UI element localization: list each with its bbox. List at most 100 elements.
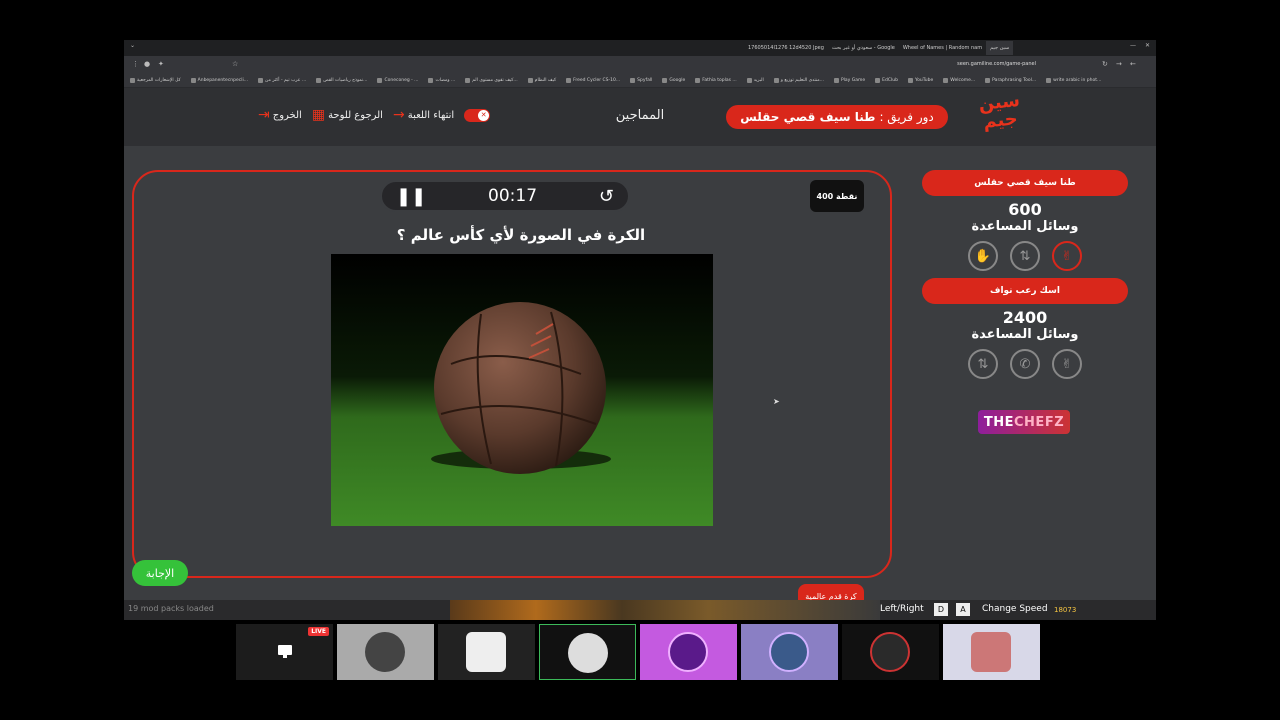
restart-timer-icon[interactable]: ↺	[599, 186, 614, 207]
bookmark-favicon-icon	[695, 78, 701, 83]
bookmark-label: ومضات ...	[435, 78, 456, 83]
tab-search-icon[interactable]: ⌄	[130, 42, 135, 49]
minimize-icon[interactable]: —	[1130, 42, 1136, 49]
back-icon[interactable]: ←	[1130, 60, 1136, 68]
end-game-button[interactable]: → انتهاء اللعبة	[393, 108, 454, 122]
participant-tile[interactable]	[438, 624, 535, 680]
bookmark-item[interactable]: EdClub	[875, 78, 898, 83]
participant-tile[interactable]	[640, 624, 737, 680]
tab-image[interactable]: 17605014l1276 12d4520 Jpeg	[744, 41, 828, 55]
participant-tile[interactable]	[337, 624, 434, 680]
bookmark-favicon-icon	[190, 78, 196, 83]
bookmark-label: Coneconeg - ...	[384, 78, 419, 83]
swap-icon[interactable]: ⇅	[1010, 241, 1040, 271]
bookmark-favicon-icon	[465, 78, 471, 83]
avatar	[365, 632, 405, 672]
bookmark-item[interactable]: Fathia toplas ...	[695, 78, 737, 83]
swap-icon[interactable]: ⇅	[968, 349, 998, 379]
bookmark-favicon-icon	[527, 78, 533, 83]
phone-icon[interactable]: ✆	[1010, 349, 1040, 379]
participant-tile-screenshare[interactable]: LIVE	[236, 624, 333, 680]
two-fingers-icon[interactable]: ✌	[1052, 241, 1082, 271]
avatar	[971, 632, 1011, 672]
team-aids-label: وسائل المساعدة	[971, 327, 1079, 342]
tab-game[interactable]: سين جيم	[986, 41, 1014, 55]
bookmark-label: منتدى التعليم توزيع و...	[780, 78, 824, 83]
back-to-board-label: الرجوع للوحة	[328, 109, 383, 121]
extensions-icon[interactable]: ✦	[158, 60, 164, 68]
forward-icon[interactable]: →	[1116, 60, 1122, 68]
participant-tile[interactable]	[842, 624, 939, 680]
bookmark-item[interactable]: عرب تيم - أكثر من ...	[258, 78, 306, 83]
pause-icon[interactable]: ❚❚	[396, 186, 426, 207]
team-aids-label: وسائل المساعدة	[971, 219, 1079, 234]
bookmark-item[interactable]: YouTube	[907, 78, 934, 83]
team-panel-2: اسك رعب نواف 2400 وسائل المساعدة ⇅ ✆ ✌	[922, 278, 1128, 379]
change-speed-label: Change Speed	[982, 604, 1048, 614]
bookmark-label: Spyfall	[637, 78, 653, 83]
question-frame: ❚❚ 00:17 ↺ 400 نقطة الكرة في الصورة لأي …	[132, 170, 892, 608]
bookmark-favicon-icon	[662, 78, 668, 83]
bookmark-star-icon[interactable]: ☆	[232, 60, 238, 68]
key-a: A	[956, 603, 970, 616]
bookmark-favicon-icon	[773, 78, 779, 83]
bookmark-item[interactable]: Coneconeg - ...	[377, 78, 418, 83]
bookmark-item[interactable]: Google	[662, 78, 685, 83]
bookmark-favicon-icon	[833, 78, 839, 83]
bookmark-item[interactable]: Paraphrasing Tool...	[985, 78, 1036, 83]
url-field[interactable]: seen.gamiline.com/game-panel	[957, 61, 1036, 67]
bookmark-item[interactable]: كل الإشعارات المرجعية	[130, 78, 181, 83]
bookmark-item[interactable]: ومضات ...	[428, 78, 455, 83]
bookmark-favicon-icon	[566, 78, 572, 83]
reload-icon[interactable]: ↻	[1102, 60, 1108, 68]
close-window-icon[interactable]: ✕	[1145, 42, 1150, 49]
participant-tile-active[interactable]	[539, 624, 636, 680]
back-to-board-button[interactable]: ▦ الرجوع للوحة	[312, 108, 383, 122]
bookmark-item[interactable]: Spyfall	[630, 78, 652, 83]
question-image	[331, 254, 713, 526]
end-game-label: انتهاء اللعبة	[407, 109, 455, 121]
two-fingers-icon[interactable]: ✌	[1052, 349, 1082, 379]
exit-icon: ⇥	[258, 107, 270, 123]
bookmark-item[interactable]: Play Game	[833, 78, 865, 83]
avatar	[466, 632, 506, 672]
answer-button[interactable]: الإجابة	[132, 560, 188, 586]
turn-indicator: دور فريق : طنا سيف قصي حقلس	[726, 105, 948, 129]
avatar	[668, 632, 708, 672]
profile-icon[interactable]: ●	[144, 60, 150, 68]
end-game-toggle[interactable]	[464, 108, 491, 122]
team-aids: ⇅ ✆ ✌	[922, 349, 1128, 379]
game-header: سين جيم دور فريق : طنا سيف قصي حقلس المم…	[124, 88, 1156, 146]
bookmark-item[interactable]: كيف تقوي مستوى الم...	[465, 78, 518, 83]
participant-tile[interactable]	[741, 624, 838, 680]
bookmark-label: YouTube	[914, 78, 934, 83]
bookmark-favicon-icon	[985, 78, 991, 83]
browser-window: ⌄ 17605014l1276 12d4520 Jpeg سعودي أو غي…	[124, 40, 1156, 620]
bookmark-item[interactable]: نموذج رياضيات القص...	[316, 78, 367, 83]
tab-wheel-of-names[interactable]: Wheel of Names | Random nam	[899, 41, 986, 55]
bookmark-favicon-icon	[1046, 78, 1052, 83]
bookmark-item[interactable]: Anbepanentecnpecli...	[190, 78, 248, 83]
tab-google[interactable]: سعودي أو غير بحث - Google	[828, 41, 899, 55]
arrow-right-icon: →	[392, 107, 405, 123]
bookmark-label: Fathia toplas ...	[702, 78, 737, 83]
board-grid-icon: ▦	[311, 107, 326, 123]
menu-icon[interactable]: ⋮	[132, 60, 139, 68]
bookmark-item[interactable]: Freed Cycler CS-10...	[566, 78, 620, 83]
hand-stop-icon[interactable]: ✋	[968, 241, 998, 271]
mouse-cursor-icon: ➤	[773, 397, 780, 406]
bookmark-favicon-icon	[746, 78, 752, 83]
bookmark-item[interactable]: منتدى التعليم توزيع و...	[773, 78, 824, 83]
bookmark-item[interactable]: Welcome...	[943, 78, 975, 83]
bookmark-item[interactable]: write arabic in phot...	[1046, 78, 1101, 83]
participant-tile[interactable]	[943, 624, 1040, 680]
avatar	[769, 632, 809, 672]
controls-hint: Left/Right	[880, 604, 924, 614]
exit-button[interactable]: ⇥ الخروج	[258, 108, 302, 122]
sponsor-name: CHEFZ	[1014, 414, 1065, 430]
turn-label: دور فريق :	[879, 110, 934, 124]
bookmark-item[interactable]: كيف النظام	[527, 78, 556, 83]
bookmark-label: البريد	[753, 78, 764, 83]
bookmark-item[interactable]: البريد	[746, 78, 764, 83]
stream-overlay: 19 mod packs loaded Left/Right D A Chang…	[124, 600, 1156, 620]
